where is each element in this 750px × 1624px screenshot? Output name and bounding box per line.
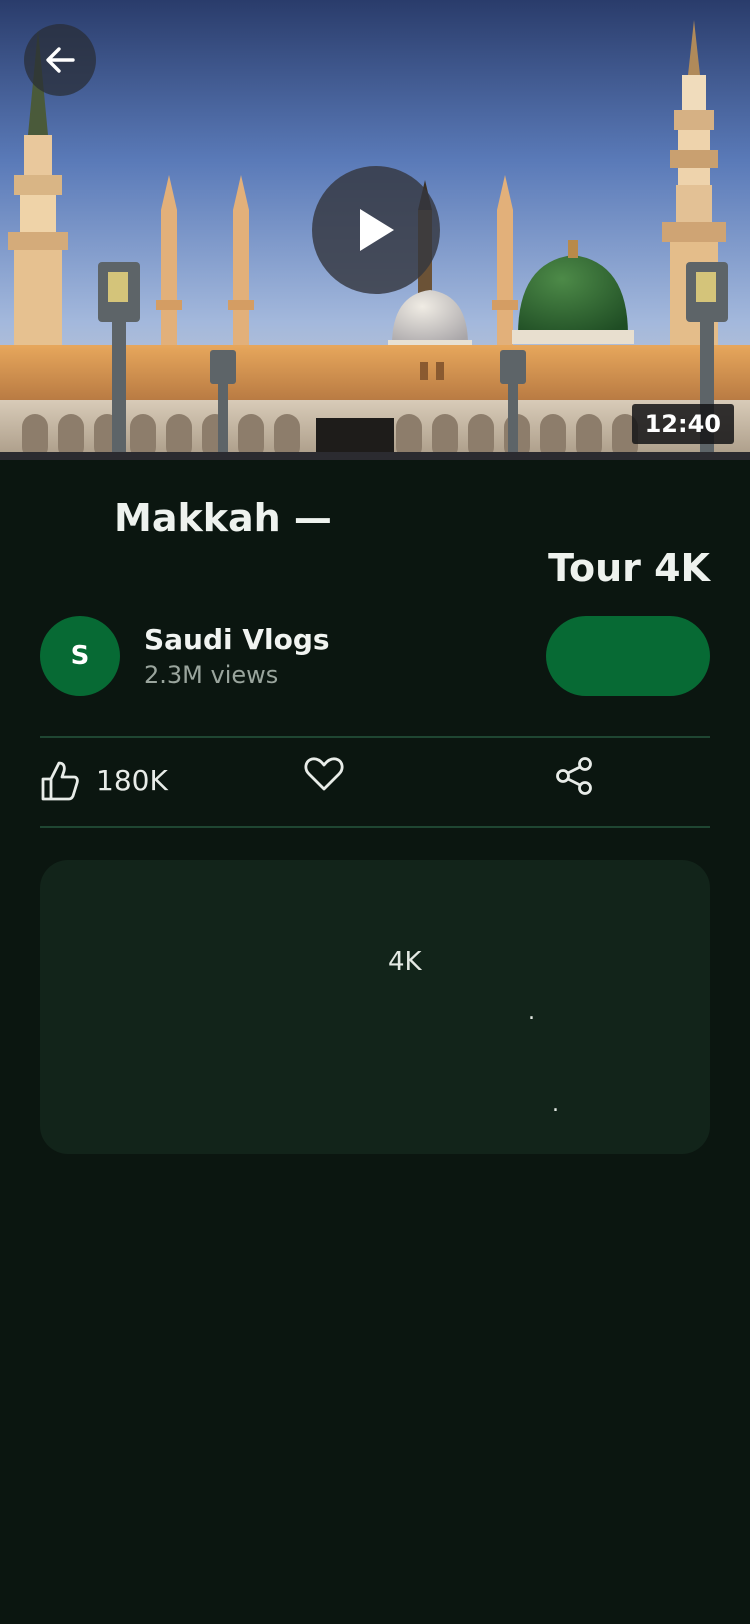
heart-icon: [304, 757, 344, 791]
view-count: 2.3M views: [144, 661, 279, 689]
description-text: .: [552, 1092, 559, 1117]
channel-avatar[interactable]: S: [40, 616, 120, 696]
favorite-button[interactable]: [304, 756, 344, 792]
description-card[interactable]: [40, 860, 710, 1154]
video-title-line1: Makkah —: [114, 496, 332, 540]
play-button[interactable]: [312, 166, 440, 294]
share-button[interactable]: [554, 756, 594, 796]
duration-badge: 12:40: [631, 404, 734, 444]
subscribe-button[interactable]: [546, 616, 710, 696]
share-icon: [556, 757, 592, 795]
video-detail-page: 12:40 Makkah — Tour 4K S Saudi Vlogs 2.3…: [0, 0, 750, 1624]
divider-bottom: [40, 826, 710, 828]
back-button[interactable]: [24, 24, 96, 96]
like-count: 180K: [96, 764, 168, 797]
video-title-line2: Tour 4K: [548, 546, 710, 590]
description-text: .: [528, 1000, 535, 1025]
video-thumbnail[interactable]: 12:40: [0, 0, 750, 460]
channel-name[interactable]: Saudi Vlogs: [144, 620, 330, 660]
description-text: 4K: [388, 947, 422, 977]
divider-top: [40, 736, 710, 738]
play-icon: [360, 209, 394, 251]
thumbs-up-icon: [41, 761, 79, 801]
like-button[interactable]: 180K: [40, 756, 168, 806]
arrow-left-icon: [46, 47, 75, 73]
